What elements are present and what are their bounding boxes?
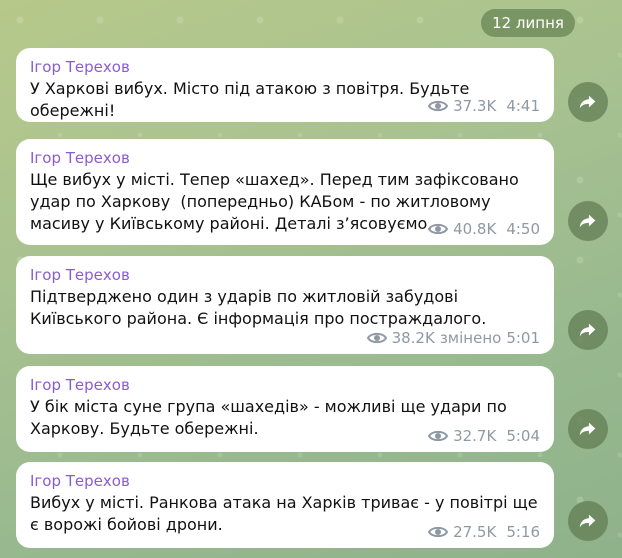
message-meta: 27.5K 5:16	[428, 523, 540, 541]
date-separator: 12 липня	[481, 9, 575, 37]
message-meta: 40.8K 4:50	[428, 220, 540, 238]
views-count: 27.5K	[453, 523, 497, 541]
eye-icon	[428, 430, 449, 442]
forward-arrow-icon	[579, 214, 596, 228]
forward-button[interactable]	[568, 82, 608, 122]
message-bubble[interactable]: Ігор Терехов Вибух у місті. Ранкова атак…	[16, 462, 554, 548]
views-count: 38.2K	[391, 329, 435, 347]
views-count: 40.8K	[453, 220, 497, 238]
eye-icon	[366, 332, 387, 344]
message-author[interactable]: Ігор Терехов	[30, 265, 540, 285]
date-label: 12 липня	[492, 14, 564, 32]
message-time: 4:50	[506, 220, 540, 238]
message-text: Підтверджено один з ударів по житловій з…	[30, 287, 487, 328]
message-time: 5:01	[506, 329, 540, 347]
forward-arrow-icon	[579, 95, 596, 109]
message-bubble[interactable]: Ігор Терехов Підтверджено один з ударів …	[16, 256, 554, 354]
forward-button[interactable]	[568, 310, 608, 350]
message-bubble[interactable]: Ігор Терехов У бік міста суне група «шах…	[16, 366, 554, 452]
edited-label: змінено	[439, 329, 502, 347]
views-count: 37.3K	[453, 97, 497, 115]
message-meta: 32.7K 5:04	[428, 427, 540, 445]
message-time: 4:41	[506, 97, 540, 115]
eye-icon	[428, 223, 449, 235]
forward-arrow-icon	[579, 422, 596, 436]
message-author[interactable]: Ігор Терехов	[30, 375, 540, 395]
forward-arrow-icon	[579, 323, 596, 337]
message-author[interactable]: Ігор Терехов	[30, 57, 540, 77]
views-count: 32.7K	[453, 427, 497, 445]
forward-button[interactable]	[568, 201, 608, 241]
message-time: 5:04	[506, 427, 540, 445]
message-meta: 37.3K 4:41	[428, 97, 540, 115]
message-bubble[interactable]: Ігор Терехов У Харкові вибух. Місто під …	[16, 48, 554, 122]
message-author[interactable]: Ігор Терехов	[30, 148, 540, 168]
message-bubble[interactable]: Ігор Терехов Ще вибух у місті. Тепер «ша…	[16, 139, 554, 245]
message-meta: 38.2K змінено 5:01	[366, 329, 540, 347]
message-author[interactable]: Ігор Терехов	[30, 471, 540, 491]
forward-button[interactable]	[568, 501, 608, 541]
eye-icon	[428, 526, 449, 538]
forward-arrow-icon	[579, 514, 596, 528]
message-time: 5:16	[506, 523, 540, 541]
forward-button[interactable]	[568, 409, 608, 449]
eye-icon	[428, 100, 449, 112]
